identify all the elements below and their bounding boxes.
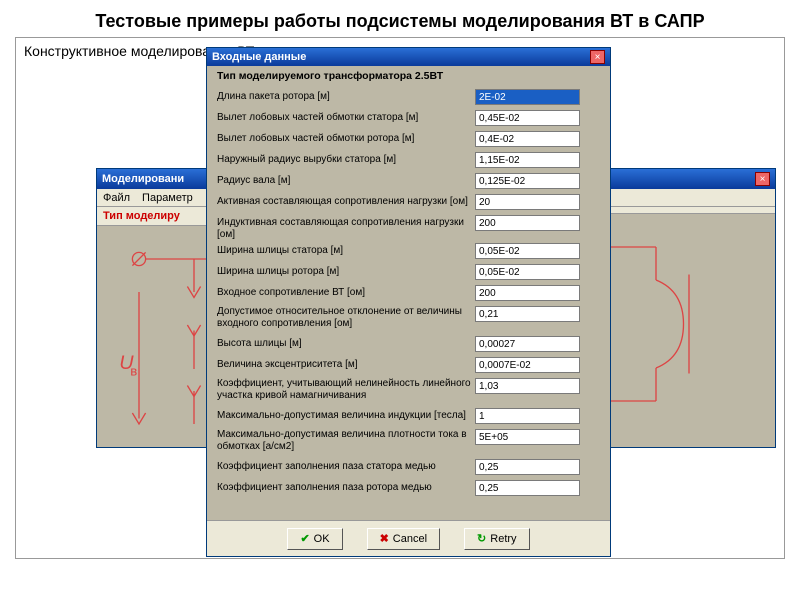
field-input[interactable] bbox=[475, 264, 580, 280]
field-label: Величина эксцентриситета [м] bbox=[217, 357, 475, 371]
field-row: Ширина шлицы ротора [м] bbox=[217, 263, 600, 284]
cancel-button[interactable]: ✖ Cancel bbox=[367, 528, 440, 550]
field-row: Вылет лобовых частей обмотки ротора [м] bbox=[217, 130, 600, 151]
menu-file[interactable]: Файл bbox=[103, 189, 130, 206]
field-input[interactable] bbox=[475, 336, 580, 352]
field-row: Коэффициент, учитывающий нелинейность ли… bbox=[217, 377, 600, 407]
field-input[interactable] bbox=[475, 215, 580, 231]
field-label: Высота шлицы [м] bbox=[217, 336, 475, 350]
field-list: Длина пакета ротора [м] Вылет лобовых час… bbox=[207, 88, 610, 500]
field-row: Коэффициент заполнения паза статора медь… bbox=[217, 458, 600, 479]
field-input[interactable] bbox=[475, 152, 580, 168]
retry-label: Retry bbox=[490, 533, 516, 545]
ok-button[interactable]: ✔ OK bbox=[287, 528, 342, 550]
field-label: Вылет лобовых частей обмотки статора [м] bbox=[217, 110, 475, 124]
refresh-icon: ↻ bbox=[477, 532, 486, 545]
field-input[interactable] bbox=[475, 89, 580, 105]
field-row: Ширина шлицы статора [м] bbox=[217, 242, 600, 263]
check-icon: ✔ bbox=[300, 532, 309, 545]
field-input[interactable] bbox=[475, 378, 580, 394]
field-label: Допустимое относительное отклонение от в… bbox=[217, 306, 475, 330]
field-label: Входное сопротивление ВТ [ом] bbox=[217, 285, 475, 299]
field-row: Максимально-допустимая величина индукции… bbox=[217, 407, 600, 428]
field-label: Коэффициент, учитывающий нелинейность ли… bbox=[217, 378, 475, 402]
close-icon[interactable]: × bbox=[755, 172, 770, 186]
field-row: Максимально-допустимая величина плотност… bbox=[217, 428, 600, 458]
cancel-label: Cancel bbox=[393, 533, 427, 545]
field-label: Ширина шлицы статора [м] bbox=[217, 243, 475, 257]
ok-label: OK bbox=[314, 533, 330, 545]
field-row: Наружный радиус вырубки статора [м] bbox=[217, 151, 600, 172]
field-label: Коэффициент заполнения паза ротора медью bbox=[217, 480, 475, 494]
field-row: Допустимое относительное отклонение от в… bbox=[217, 305, 600, 335]
field-row: Длина пакета ротора [м] bbox=[217, 88, 600, 109]
bg-left-title: Моделировани bbox=[102, 173, 184, 185]
field-row: Активная составляющая сопротивления нагр… bbox=[217, 193, 600, 214]
dialog-titlebar[interactable]: Входные данные × bbox=[207, 48, 610, 66]
field-row: Высота шлицы [м] bbox=[217, 335, 600, 356]
field-row: Коэффициент заполнения паза ротора медью bbox=[217, 479, 600, 500]
field-label: Активная составляющая сопротивления нагр… bbox=[217, 194, 475, 208]
field-row: Индуктивная составляющая сопротивления н… bbox=[217, 214, 600, 242]
field-row: Радиус вала [м] bbox=[217, 172, 600, 193]
main-canvas: Конструктивное моделирование ВТ Моделиро… bbox=[15, 37, 785, 559]
field-label: Вылет лобовых частей обмотки ротора [м] bbox=[217, 131, 475, 145]
field-row: Вылет лобовых частей обмотки статора [м] bbox=[217, 109, 600, 130]
input-data-dialog: Входные данные × Тип моделируемого транс… bbox=[206, 47, 611, 557]
dialog-subheader: Тип моделируемого трансформатора 2.5ВТ bbox=[207, 66, 610, 88]
field-label: Максимально-допустимая величина плотност… bbox=[217, 429, 475, 453]
field-input[interactable] bbox=[475, 173, 580, 189]
field-label: Длина пакета ротора [м] bbox=[217, 89, 475, 103]
field-input[interactable] bbox=[475, 194, 580, 210]
field-row: Входное сопротивление ВТ [ом] bbox=[217, 284, 600, 305]
field-input[interactable] bbox=[475, 131, 580, 147]
dialog-title: Входные данные bbox=[212, 51, 306, 63]
page-title: Тестовые примеры работы подсистемы модел… bbox=[0, 0, 800, 37]
dialog-close-icon[interactable]: × bbox=[590, 50, 605, 64]
field-input[interactable] bbox=[475, 429, 580, 445]
field-label: Радиус вала [м] bbox=[217, 173, 475, 187]
dialog-button-bar: ✔ OK ✖ Cancel ↻ Retry bbox=[207, 520, 610, 556]
svg-text:в: в bbox=[130, 364, 137, 379]
menu-params[interactable]: Параметр bbox=[142, 189, 193, 206]
retry-button[interactable]: ↻ Retry bbox=[464, 528, 530, 550]
field-input[interactable] bbox=[475, 110, 580, 126]
field-label: Наружный радиус вырубки статора [м] bbox=[217, 152, 475, 166]
field-label: Ширина шлицы ротора [м] bbox=[217, 264, 475, 278]
field-input[interactable] bbox=[475, 285, 580, 301]
x-icon: ✖ bbox=[380, 532, 389, 545]
field-input[interactable] bbox=[475, 243, 580, 259]
field-label: Коэффициент заполнения паза статора медь… bbox=[217, 459, 475, 473]
field-input[interactable] bbox=[475, 459, 580, 475]
field-input[interactable] bbox=[475, 480, 580, 496]
field-label: Максимально-допустимая величина индукции… bbox=[217, 408, 475, 422]
field-row: Величина эксцентриситета [м] bbox=[217, 356, 600, 377]
field-input[interactable] bbox=[475, 408, 580, 424]
field-label: Индуктивная составляющая сопротивления н… bbox=[217, 215, 475, 241]
field-input[interactable] bbox=[475, 306, 580, 322]
field-input[interactable] bbox=[475, 357, 580, 373]
